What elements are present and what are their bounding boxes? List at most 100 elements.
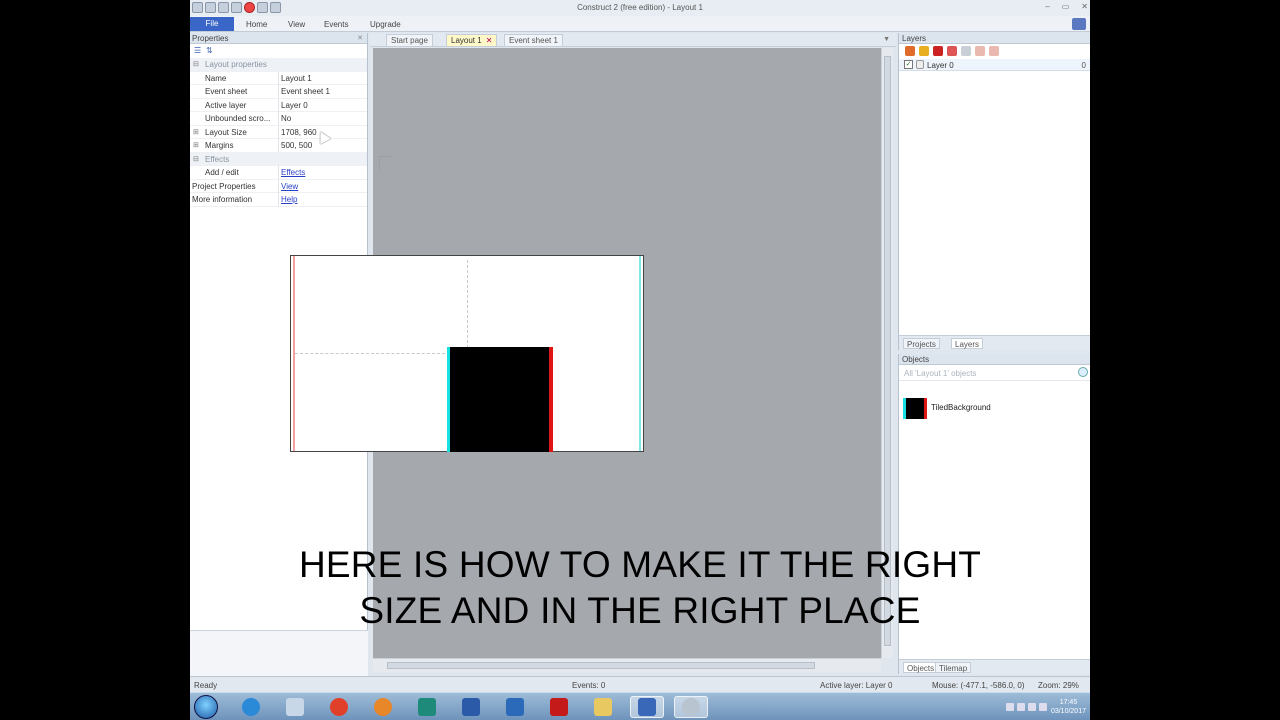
delete-icon[interactable] <box>961 46 971 56</box>
move-up-icon[interactable] <box>975 46 985 56</box>
property-row-unbounded-scrolling[interactable]: Unbounded scro... No <box>190 112 367 126</box>
status-mouse: Mouse: (-477.1, -586.0, 0) <box>932 681 1025 690</box>
status-ready: Ready <box>194 681 218 690</box>
window-guide <box>467 260 468 348</box>
tab-layout-1[interactable]: Layout 1 ✕ <box>446 34 498 46</box>
expand-icon[interactable]: ⊞ <box>193 141 199 149</box>
ribbon-tab-events[interactable]: Events <box>324 20 348 29</box>
scroll-thumb[interactable] <box>387 662 815 669</box>
property-row-layout-size[interactable]: ⊞ Layout Size 1708, 960 <box>190 125 367 139</box>
network-icon[interactable] <box>1027 703 1036 711</box>
property-row-margins[interactable]: ⊞ Margins 500, 500 <box>190 139 367 153</box>
property-grid: ⊟ Layout properties Name Layout 1 Event … <box>190 58 367 207</box>
close-panel-icon[interactable]: ✕ <box>357 34 363 42</box>
chevron-down-icon[interactable]: ▼ <box>883 36 890 43</box>
taskbar-tool[interactable] <box>278 696 312 718</box>
ribbon-tabs: File Home View Events Upgrade <box>190 16 1090 32</box>
visibility-checkbox[interactable]: ✓ <box>904 60 913 69</box>
taskbar-firefox[interactable] <box>366 696 400 718</box>
ribbon-tab-view[interactable]: View <box>288 20 305 29</box>
margin-guide <box>379 156 380 170</box>
tray-icons <box>1005 703 1047 711</box>
taskbar-publisher[interactable] <box>410 696 444 718</box>
property-row-event-sheet[interactable]: Event sheet Event sheet 1 <box>190 85 367 99</box>
taskbar-construct2[interactable] <box>674 696 708 718</box>
property-row-project-properties[interactable]: Project Properties View <box>190 179 367 193</box>
property-category[interactable]: ⊟ Layout properties <box>190 58 367 72</box>
effects-link[interactable]: Effects <box>281 168 305 177</box>
tab-objects[interactable]: Objects <box>903 662 939 673</box>
start-button[interactable] <box>194 695 218 719</box>
property-row-add-edit-effects[interactable]: Add / edit Effects <box>190 166 367 180</box>
edit-icon[interactable] <box>947 46 957 56</box>
tab-tilemap[interactable]: Tilemap <box>935 662 972 673</box>
lock-icon[interactable] <box>933 46 943 56</box>
tiledbackground-instance[interactable] <box>447 347 553 452</box>
margin-guide <box>379 156 393 157</box>
object-item-tiledbackground[interactable]: TiledBackground <box>899 396 1090 422</box>
volume-icon[interactable] <box>1038 703 1047 711</box>
horizontal-scrollbar[interactable] <box>373 658 881 672</box>
categorized-icon[interactable]: ☰ <box>194 46 201 55</box>
property-row-more-information[interactable]: More information Help <box>190 193 367 207</box>
layer-row[interactable]: ✓ Layer 0 0 <box>899 59 1090 71</box>
ie-icon <box>242 698 260 716</box>
gear-icon <box>682 698 700 716</box>
word-icon <box>462 698 480 716</box>
help-icon[interactable] <box>1072 18 1086 30</box>
ribbon-tab-upgrade[interactable]: Upgrade <box>370 20 401 29</box>
project-layers-tabs: Projects Layers <box>898 335 1090 350</box>
window-guide <box>295 353 445 354</box>
tool-icon <box>286 698 304 716</box>
taskbar-save[interactable] <box>630 696 664 718</box>
layers-header: Layers <box>899 33 1090 44</box>
minimize-icon[interactable]: – <box>1045 2 1049 11</box>
expand-icon[interactable]: ⊞ <box>193 128 199 136</box>
clock[interactable]: 17:45 03/10/2017 <box>1051 698 1086 716</box>
title-bar: Construct 2 (free edition) - Layout 1 – … <box>190 0 1090 16</box>
collapse-icon[interactable]: ⊟ <box>193 155 199 163</box>
objects-tilemap-tabs: Objects Tilemap <box>898 659 1090 674</box>
tab-projects[interactable]: Projects <box>903 338 940 349</box>
property-row-active-layer[interactable]: Active layer Layer 0 <box>190 98 367 112</box>
editor-tab-bar: Start page Layout 1 ✕ Event sheet 1 ▼ <box>370 33 896 47</box>
taskbar-ie[interactable] <box>234 696 268 718</box>
objects-filter[interactable]: All 'Layout 1' objects <box>899 365 1090 381</box>
tab-layers[interactable]: Layers <box>951 338 984 349</box>
ribbon-tab-home[interactable]: Home <box>246 20 267 29</box>
selection-edge <box>639 256 641 451</box>
property-row-name[interactable]: Name Layout 1 <box>190 71 367 85</box>
layers-panel: Layers ✓ Layer 0 0 <box>898 33 1090 335</box>
flag-icon[interactable] <box>1016 703 1025 711</box>
add-layer-icon[interactable] <box>905 46 915 56</box>
taskbar-chrome[interactable] <box>322 696 356 718</box>
window-title: Construct 2 (free edition) - Layout 1 <box>577 3 703 12</box>
taskbar-outlook[interactable] <box>498 696 532 718</box>
status-bar: Ready Events: 0 Active layer: Layer 0 Mo… <box>190 676 1090 692</box>
ribbon-tab-file[interactable]: File <box>190 17 234 31</box>
show-hidden-icon[interactable] <box>1005 703 1014 711</box>
property-description <box>190 630 368 676</box>
taskbar-explorer[interactable] <box>586 696 620 718</box>
properties-title: Properties <box>192 34 229 43</box>
tab-event-sheet-1[interactable]: Event sheet 1 <box>504 34 563 46</box>
search-icon[interactable] <box>1078 367 1088 377</box>
eye-icon[interactable] <box>919 46 929 56</box>
taskbar-acrobat[interactable] <box>542 696 576 718</box>
close-tab-icon[interactable]: ✕ <box>486 36 493 45</box>
layers-toolbar <box>899 44 1090 59</box>
tab-start-page[interactable]: Start page <box>386 34 433 46</box>
collapse-icon[interactable]: ⊟ <box>193 60 199 68</box>
video-caption: HERE IS HOW TO MAKE IT THE RIGHT SIZE AN… <box>298 544 982 631</box>
move-down-icon[interactable] <box>989 46 999 56</box>
view-link[interactable]: View <box>281 182 298 191</box>
lock-icon[interactable] <box>916 60 924 69</box>
layout-size-value[interactable]: 1708, 960 <box>281 128 317 137</box>
maximize-icon[interactable]: ▭ <box>1062 2 1070 11</box>
property-category[interactable]: ⊟ Effects <box>190 152 367 166</box>
taskbar-word[interactable] <box>454 696 488 718</box>
close-icon[interactable]: ✕ <box>1081 2 1088 11</box>
help-link[interactable]: Help <box>281 195 297 204</box>
layout-area[interactable] <box>290 255 644 452</box>
sort-alpha-icon[interactable]: ⇅ <box>206 46 213 55</box>
